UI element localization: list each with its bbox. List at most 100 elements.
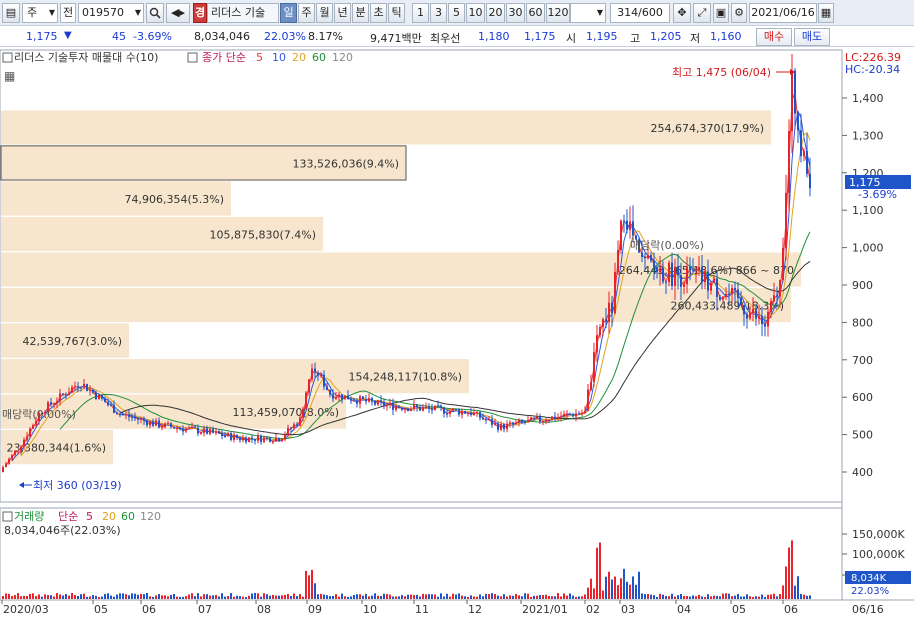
candle-body [650, 255, 652, 261]
market-select[interactable]: 주 ▼ [22, 3, 58, 23]
prev-next-icon[interactable]: ◀▸ [166, 3, 190, 23]
volume-bar [305, 570, 307, 599]
candle-body [590, 381, 592, 390]
date-input[interactable]: 2021/06/16 [749, 3, 817, 23]
candle-body [797, 113, 799, 131]
legend-box-icon [2, 511, 13, 522]
volume-bar [167, 596, 169, 599]
date-axis-label: 11 [415, 603, 429, 616]
zoom-icon[interactable]: ⤢ [693, 3, 711, 23]
interval-button[interactable]: 20 [486, 3, 505, 23]
annotation-label: 매당락(0.00%) [2, 408, 76, 421]
candle-body [77, 386, 79, 388]
candle-body [722, 296, 724, 300]
open-price: 1,195 [586, 30, 618, 43]
stock-code-input[interactable]: 019570 ▼ [78, 3, 144, 23]
volume-bar [77, 595, 79, 599]
volume-bar [578, 596, 580, 599]
candle-body [524, 422, 526, 424]
candle-body [386, 404, 388, 407]
candle-body [602, 319, 604, 327]
volume-bar [596, 547, 598, 599]
volume-bar [221, 593, 223, 599]
mode-button[interactable]: 전 [60, 3, 76, 23]
volume-bar [533, 595, 535, 599]
current-date-label: 06/16 [852, 603, 884, 616]
volume-bar [467, 596, 469, 599]
period-button[interactable]: 월 [316, 3, 333, 23]
candle-body [422, 407, 424, 411]
candle-body [713, 278, 715, 283]
volume-bar [8, 593, 10, 599]
candle-body [320, 374, 322, 376]
candle-body [410, 409, 412, 411]
volume-bar [545, 594, 547, 599]
candle-body [59, 393, 61, 402]
calendar-icon[interactable]: ▦ [818, 3, 834, 23]
candle-body [104, 398, 106, 403]
volume-bar [572, 595, 574, 599]
interval-button[interactable]: 60 [526, 3, 545, 23]
candle-body [800, 130, 802, 157]
candle-body [428, 407, 430, 409]
volume-bar [569, 593, 571, 599]
interval-button[interactable]: 5 [448, 3, 465, 23]
volume-bar [365, 593, 367, 599]
price-axis: 1,4001,3001,2001,1001,000900800700600500… [842, 92, 884, 479]
volume-bar [773, 593, 775, 599]
gear-icon[interactable]: ⚙ [731, 3, 747, 23]
candle-body [641, 252, 643, 257]
candle-body [788, 131, 790, 193]
volume-bar [599, 542, 601, 599]
price-axis-label: 700 [852, 354, 873, 367]
candle-body [581, 412, 583, 414]
grid-toggle-icon[interactable]: ▦ [4, 69, 15, 83]
candle-body [533, 417, 535, 419]
volume-bar [80, 594, 82, 599]
period-button[interactable]: 주 [298, 3, 315, 23]
period-button[interactable]: 년 [334, 3, 351, 23]
candle-body [131, 416, 133, 418]
period-button[interactable]: 분 [352, 3, 369, 23]
candle-body [467, 412, 469, 414]
interval-button[interactable]: 3 [430, 3, 447, 23]
volume-bar [38, 594, 40, 599]
price-axis-label: 1,100 [852, 204, 884, 217]
volume-bar [521, 596, 523, 599]
search-icon[interactable] [146, 3, 164, 23]
period-button[interactable]: 일 [280, 3, 297, 23]
candle-body [254, 438, 256, 441]
interval-button[interactable]: 30 [506, 3, 525, 23]
candle-body [377, 400, 379, 405]
price-axis-label: 400 [852, 466, 873, 479]
interval-button[interactable]: 120 [546, 3, 570, 23]
volume-bar [182, 596, 184, 599]
volume-bar [65, 594, 67, 599]
candle-body [392, 402, 394, 410]
period-button[interactable]: 초 [370, 3, 387, 23]
volume-bar [377, 595, 379, 599]
stock-chart[interactable]: 254,674,370(17.9%) 133,526,036(9.4%) 74,90… [0, 48, 914, 620]
candle-body [764, 324, 766, 327]
menu-icon[interactable]: ▤ [2, 3, 20, 23]
volume-bar [464, 596, 466, 599]
candle-body [401, 407, 403, 410]
crosshair-icon[interactable]: ✥ [673, 3, 691, 23]
volume-bar [374, 593, 376, 599]
interval-button[interactable]: 1 [412, 3, 429, 23]
candle-body [707, 271, 709, 291]
candle-body [434, 405, 436, 411]
volume-bar [137, 594, 139, 599]
volume-bar [689, 596, 691, 599]
save-icon[interactable]: ▣ [713, 3, 729, 23]
candle-body [509, 422, 511, 424]
period-button[interactable]: 틱 [388, 3, 405, 23]
interval-input[interactable]: ▼ [570, 3, 606, 23]
sell-button[interactable]: 매도 [794, 28, 830, 46]
volume-bar [632, 576, 634, 599]
chart-canvas[interactable]: 254,674,370(17.9%) 133,526,036(9.4%) 74,90… [0, 48, 914, 620]
candle-body [629, 221, 631, 230]
interval-button[interactable]: 10 [466, 3, 485, 23]
volume-bar [443, 596, 445, 599]
buy-button[interactable]: 매수 [756, 28, 792, 46]
